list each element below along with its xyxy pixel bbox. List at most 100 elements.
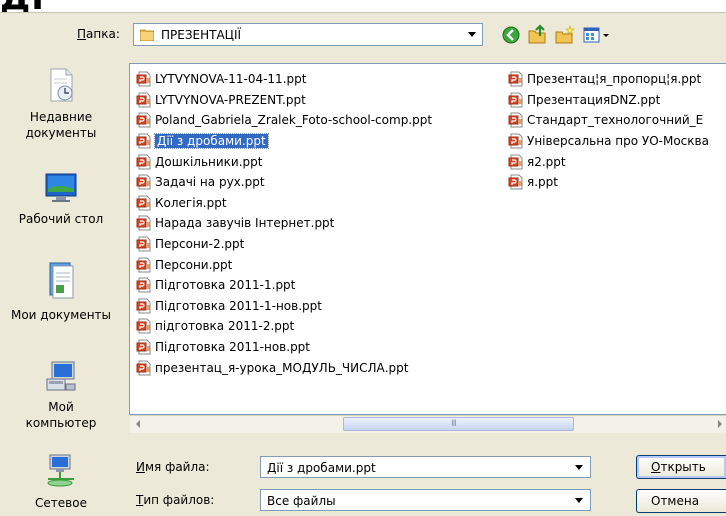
file-name: Підготовка 2011-нов.ppt: [155, 340, 311, 355]
network-icon: [47, 454, 74, 487]
file-list-item[interactable]: я2.ppt: [508, 151, 709, 172]
back-icon[interactable]: [500, 24, 522, 46]
open-file-dialog: Папка: ПРЕЗЕНТАЦІЇ Недавние документы Ра…: [0, 12, 726, 516]
file-list-item[interactable]: Poland_Gabriela_Zralek_Foto-school-comp.…: [136, 110, 432, 131]
file-list-item[interactable]: Презентац¦я_пропорц¦я.ppt: [508, 69, 709, 90]
place-my-computer[interactable]: Мой компьютер: [2, 359, 120, 431]
recent-documents-icon: [50, 68, 73, 102]
powerpoint-file-icon: [508, 174, 523, 190]
file-list-item[interactable]: Колегія.ppt: [136, 193, 432, 214]
file-list-item[interactable]: Персони-2.ppt: [136, 234, 432, 255]
place-desktop[interactable]: Рабочий стол: [2, 171, 120, 227]
powerpoint-file-icon: [136, 174, 151, 190]
powerpoint-file-icon: [136, 298, 151, 314]
file-list-item[interactable]: Дошкільники.ppt: [136, 151, 432, 172]
place-recent-documents[interactable]: Недавние документы: [2, 67, 120, 141]
file-name: я2.ppt: [527, 154, 566, 169]
chevron-down-icon[interactable]: [575, 498, 583, 503]
powerpoint-file-icon: [508, 154, 523, 170]
powerpoint-file-icon: [136, 277, 151, 293]
file-list-item[interactable]: Нарада завучів Інтернет.ppt: [136, 213, 432, 234]
file-list-item[interactable]: Підготовка 2011-1.ppt: [136, 275, 432, 296]
chevron-down-icon[interactable]: [468, 32, 476, 37]
place-label: документы: [25, 126, 97, 140]
my-documents-icon: [49, 262, 74, 299]
file-list-item[interactable]: Задачі на рух.ppt: [136, 172, 432, 193]
scroll-right-icon[interactable]: [718, 420, 722, 428]
place-network[interactable]: Сетевое: [2, 453, 120, 511]
powerpoint-file-icon: [508, 112, 523, 128]
file-list-item[interactable]: я.ppt: [508, 172, 709, 193]
file-list-item[interactable]: Дії з дробами.ppt: [136, 131, 432, 152]
folder-combo[interactable]: ПРЕЗЕНТАЦІЇ: [133, 23, 483, 46]
scroll-left-icon[interactable]: [136, 420, 140, 428]
file-name: презентац_я-урока_МОДУЛЬ_ЧИСЛА.ppt: [155, 360, 409, 375]
place-my-documents[interactable]: Мои документы: [2, 259, 120, 323]
grip-icon: III: [451, 419, 457, 429]
cancel-button[interactable]: Отмена: [636, 489, 726, 513]
powerpoint-file-icon: [136, 215, 151, 231]
folder-label: Папка:: [77, 27, 120, 41]
place-label: Мой: [48, 400, 74, 414]
place-label: Сетевое: [35, 496, 87, 510]
file-list-item[interactable]: Персони.ppt: [136, 254, 432, 275]
file-name: Poland_Gabriela_Zralek_Foto-school-comp.…: [155, 113, 433, 128]
scrollbar-thumb[interactable]: III: [343, 417, 574, 431]
powerpoint-file-icon: [136, 360, 151, 376]
file-name: я.ppt: [527, 175, 558, 190]
file-list-item[interactable]: Універсальна про УО-Москва: [508, 131, 709, 152]
file-name: Дії з дробами.ppt: [154, 133, 269, 150]
file-list-item[interactable]: підготовка 2011-2.ppt: [136, 316, 432, 337]
file-name: Дошкільники.ppt: [155, 154, 263, 169]
view-menu-icon[interactable]: [582, 24, 612, 46]
open-button[interactable]: Открыть: [636, 455, 726, 479]
file-name: Задачі на рух.ppt: [155, 175, 265, 190]
file-name: LYTVYNOVA-PREZENT.ppt: [155, 92, 306, 107]
new-folder-icon[interactable]: [554, 24, 576, 46]
file-list-item[interactable]: презентац_я-урока_МОДУЛЬ_ЧИСЛА.ppt: [136, 357, 432, 378]
powerpoint-file-icon: [508, 133, 523, 149]
file-name: Універсальна про УО-Москва: [527, 134, 709, 149]
file-list[interactable]: LYTVYNOVA-11-04-11.ppt LYTVYNOVA-PREZENT.…: [129, 63, 726, 415]
folder-icon: [140, 29, 154, 41]
up-folder-icon[interactable]: [527, 24, 549, 46]
chevron-down-icon[interactable]: [575, 465, 583, 470]
powerpoint-file-icon: [508, 71, 523, 87]
file-name: ПрезентацияDNZ.ppt: [527, 92, 661, 107]
file-list-item[interactable]: Підготовка 2011-1-нов.ppt: [136, 296, 432, 317]
powerpoint-file-icon: [136, 195, 151, 211]
place-label: Рабочий стол: [18, 212, 104, 226]
powerpoint-file-icon: [136, 71, 151, 87]
powerpoint-file-icon: [136, 154, 151, 170]
powerpoint-file-icon: [136, 112, 151, 128]
powerpoint-file-icon: [136, 257, 151, 273]
place-label: Мои документы: [10, 308, 112, 322]
places-bar: Недавние документы Рабочий стол Мои доку…: [2, 63, 120, 516]
file-name: LYTVYNOVA-11-04-11.ppt: [155, 72, 307, 87]
file-list-item[interactable]: Підготовка 2011-нов.ppt: [136, 337, 432, 358]
file-list-column-1: LYTVYNOVA-11-04-11.ppt LYTVYNOVA-PREZENT.…: [136, 69, 432, 378]
filename-label: Имя файла:: [136, 460, 210, 474]
file-list-item[interactable]: LYTVYNOVA-PREZENT.ppt: [136, 90, 432, 111]
file-name: Стандарт_технологочний_Е: [527, 113, 704, 128]
file-name: Колегія.ppt: [155, 195, 227, 210]
file-name: Презентац¦я_пропорц¦я.ppt: [527, 72, 702, 87]
powerpoint-file-icon: [136, 92, 151, 108]
powerpoint-file-icon: [508, 92, 523, 108]
filename-input[interactable]: Дії з дробами.ppt: [260, 456, 591, 478]
horizontal-scrollbar[interactable]: III: [130, 415, 726, 433]
powerpoint-file-icon: [136, 236, 151, 252]
file-list-item[interactable]: ПрезентацияDNZ.ppt: [508, 90, 709, 111]
file-name: Персони-2.ppt: [155, 237, 245, 252]
desktop-icon: [45, 173, 77, 202]
background-title-fragment: ДІ: [0, 0, 45, 18]
file-list-column-2: Презентац¦я_пропорц¦я.ppt ПрезентацияDNZ.…: [508, 69, 709, 193]
powerpoint-file-icon: [136, 339, 151, 355]
file-list-item[interactable]: LYTVYNOVA-11-04-11.ppt: [136, 69, 432, 90]
place-label: компьютер: [25, 416, 97, 430]
file-name: Підготовка 2011-1-нов.ppt: [155, 298, 322, 313]
filetype-select[interactable]: Все файлы: [260, 489, 591, 511]
file-list-item[interactable]: Стандарт_технологочний_Е: [508, 110, 709, 131]
current-folder-name: ПРЕЗЕНТАЦІЇ: [161, 28, 242, 42]
file-name: Підготовка 2011-1.ppt: [155, 278, 296, 293]
